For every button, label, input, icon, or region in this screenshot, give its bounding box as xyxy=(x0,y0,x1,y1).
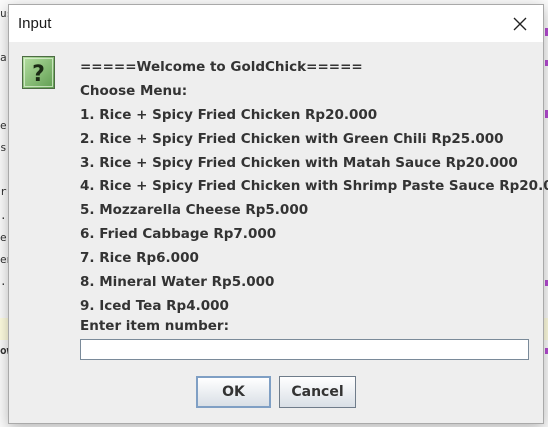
close-icon xyxy=(513,17,527,30)
menu-item: 2. Rice + Spicy Fried Chicken with Green… xyxy=(80,130,504,147)
menu-item: 4. Rice + Spicy Fried Chicken with Shrim… xyxy=(80,178,548,195)
question-icon: ? xyxy=(22,56,55,89)
menu-item: 9. Iced Tea Rp4.000 xyxy=(80,297,229,314)
cancel-button[interactable]: Cancel xyxy=(279,376,356,408)
choose-menu-line: Choose Menu: xyxy=(80,82,188,99)
menu-item: 3. Rice + Spicy Fried Chicken with Matah… xyxy=(80,154,518,171)
menu-message: =====Welcome to GoldChick===== Choose Me… xyxy=(80,56,548,319)
close-button[interactable] xyxy=(497,5,543,42)
ok-button[interactable]: OK xyxy=(196,376,271,408)
menu-item: 7. Rice Rp6.000 xyxy=(80,250,199,267)
item-number-label: Enter item number: xyxy=(80,318,229,334)
dialog-titlebar[interactable]: Input xyxy=(9,5,543,42)
menu-item: 1. Rice + Spicy Fried Chicken Rp20.000 xyxy=(80,106,378,123)
menu-item: 5. Mozzarella Cheese Rp5.000 xyxy=(80,202,309,219)
svg-text:?: ? xyxy=(32,62,45,87)
item-number-input[interactable] xyxy=(80,339,529,360)
dialog-content: ? =====Welcome to GoldChick===== Choose … xyxy=(9,42,548,423)
welcome-line: =====Welcome to GoldChick===== xyxy=(80,59,363,75)
menu-item: 6. Fried Cabbage Rp7.000 xyxy=(80,226,277,243)
menu-item: 8. Mineral Water Rp5.000 xyxy=(80,274,275,291)
dialog-title: Input xyxy=(18,15,52,32)
input-dialog: Input ? =====Welcome to GoldChick===== C… xyxy=(8,4,548,424)
